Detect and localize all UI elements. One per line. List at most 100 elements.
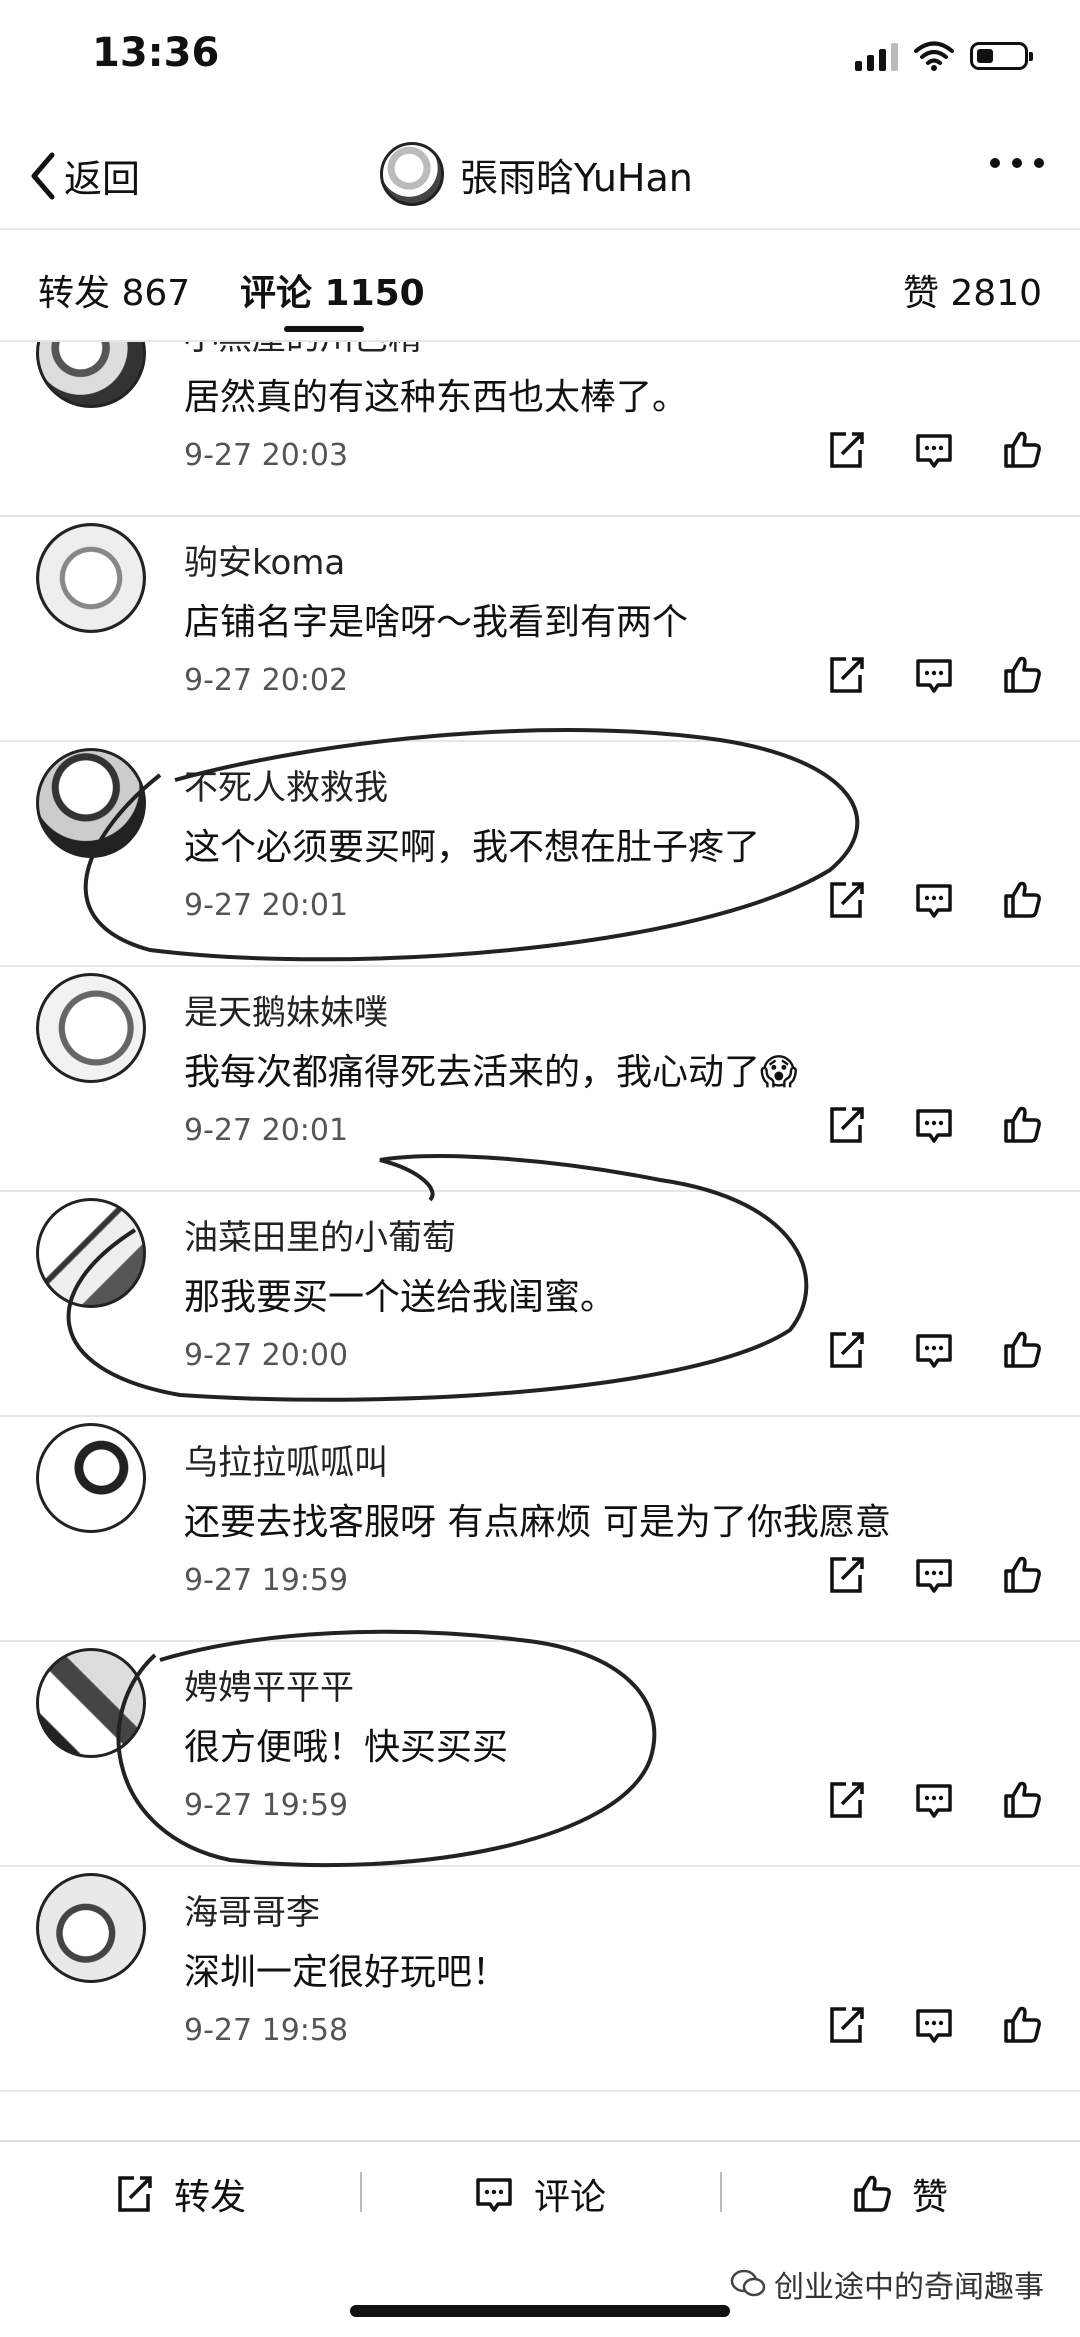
comment-actions [824,653,1044,697]
chevron-left-icon [31,152,55,199]
tab-active-indicator [284,326,364,332]
comment-username[interactable]: 海哥哥李 [184,1885,320,1934]
comment-text: 很方便哦！快买买买 [184,1727,509,1768]
post-author[interactable]: 張雨晗YuHan [380,142,693,206]
comment-username[interactable]: 是天鹅妹妹噗 [184,985,388,1034]
repost-icon[interactable] [824,878,868,922]
comment-text: 还要去找客服呀 有点麻烦 可是为了你我愿意 [184,1502,891,1543]
repost-icon[interactable] [824,653,868,697]
comment-username[interactable]: 小黑屋的川芭精 [184,342,422,359]
comment-actions [824,428,1044,472]
like-icon[interactable] [1000,2003,1044,2047]
comment-icon[interactable] [912,653,956,697]
cellular-signal-icon [855,41,898,71]
comment-username[interactable]: 不死人救救我 [184,760,388,809]
avatar[interactable] [36,1648,146,1758]
comment-text: 深圳一定很好玩吧！ [184,1952,509,1993]
nav-bar: 返回 張雨晗YuHan [0,130,1080,230]
comment-actions [824,878,1044,922]
more-options-icon[interactable] [990,158,1044,168]
comment-actions [824,2003,1044,2047]
battery-icon [970,42,1033,70]
tab-comments[interactable]: 评论 1150 [240,264,425,316]
repost-icon[interactable] [824,428,868,472]
comment-username[interactable]: 乌拉拉呱呱叫 [184,1435,388,1484]
like-button[interactable]: 赞 [850,2168,948,2220]
comment-item: 油菜田里的小葡萄 那我要买一个送给我闺蜜。 9-27 20:00 [0,1192,1080,1417]
wifi-icon [914,41,954,71]
comment-text: 居然真的有这种东西也太棒了。 [184,377,689,418]
like-icon[interactable] [1000,653,1044,697]
avatar[interactable] [36,748,146,858]
like-icon[interactable] [1000,428,1044,472]
comment-actions [824,1553,1044,1597]
avatar[interactable] [36,1873,146,1983]
watermark: 创业途中的奇闻趣事 [730,2262,1044,2306]
comment-icon[interactable] [912,878,956,922]
comment-username[interactable]: 驹安koma [184,535,345,584]
comment-label: 评论 [534,2177,607,2218]
repost-button[interactable]: 转发 [112,2168,246,2220]
comment-button[interactable]: 评论 [472,2168,606,2220]
avatar[interactable] [36,342,146,408]
comment-item: 不死人救救我 这个必须要买啊，我不想在肚子疼了 9-27 20:01 [0,742,1080,967]
comment-item: 海哥哥李 深圳一定很好玩吧！ 9-27 19:58 [0,1867,1080,2092]
tab-reposts[interactable]: 转发 867 [38,264,190,316]
status-bar: 13:36 [0,0,1080,120]
comment-icon[interactable] [912,1553,956,1597]
comment-icon[interactable] [912,1103,956,1147]
comment-text: 店铺名字是啥呀～我看到有两个 [184,602,689,643]
avatar[interactable] [36,1423,146,1533]
status-time: 13:36 [92,30,220,76]
avatar[interactable] [36,523,146,633]
comment-time: 9-27 19:58 [184,2013,349,2048]
like-icon[interactable] [1000,1328,1044,1372]
like-icon[interactable] [1000,1553,1044,1597]
comment-icon[interactable] [912,1778,956,1822]
comment-time: 9-27 19:59 [184,1788,349,1823]
comment-item: 娉娉平平平 很方便哦！快买买买 9-27 19:59 [0,1642,1080,1867]
comment-text: 我每次都痛得死去活来的，我心动了😱 [184,1052,798,1093]
comment-item: 小黑屋的川芭精 居然真的有这种东西也太棒了。 9-27 20:03 [0,342,1080,517]
comment-icon[interactable] [912,2003,956,2047]
comment-username[interactable]: 油菜田里的小葡萄 [184,1210,456,1259]
comment-text: 那我要买一个送给我闺蜜。 [184,1277,617,1318]
repost-label: 转发 [174,2177,247,2218]
comment-item: 乌拉拉呱呱叫 还要去找客服呀 有点麻烦 可是为了你我愿意 9-27 19:59 [0,1417,1080,1642]
repost-icon[interactable] [824,1778,868,1822]
comment-text: 这个必须要买啊，我不想在肚子疼了 [184,827,761,868]
home-indicator[interactable] [350,2305,730,2317]
divider [360,2172,362,2212]
author-avatar[interactable] [380,142,444,206]
comment-time: 9-27 20:02 [184,663,349,698]
comment-time: 9-27 20:03 [184,438,349,473]
back-button[interactable]: 返回 [28,148,140,203]
comment-username[interactable]: 娉娉平平平 [184,1660,354,1709]
repost-icon[interactable] [824,2003,868,2047]
like-icon[interactable] [1000,1103,1044,1147]
comment-time: 9-27 20:00 [184,1338,349,1373]
comment-icon [476,2178,512,2212]
wechat-icon [730,2269,766,2297]
comment-actions [824,1103,1044,1147]
comment-time: 9-27 20:01 [184,888,349,923]
avatar[interactable] [36,1198,146,1308]
comment-icon[interactable] [912,1328,956,1372]
like-icon[interactable] [1000,1778,1044,1822]
comment-item: 是天鹅妹妹噗 我每次都痛得死去活来的，我心动了😱 9-27 20:01 [0,967,1080,1192]
repost-icon[interactable] [824,1553,868,1597]
comment-icon[interactable] [912,428,956,472]
repost-icon[interactable] [824,1328,868,1372]
like-icon [854,2175,891,2212]
repost-icon[interactable] [824,1103,868,1147]
tab-likes[interactable]: 赞 2810 [903,264,1042,316]
bottom-action-bar: 转发 评论 赞 [0,2140,1080,2240]
like-icon[interactable] [1000,878,1044,922]
avatar[interactable] [36,973,146,1083]
comments-list[interactable]: 小黑屋的川芭精 居然真的有这种东西也太棒了。 9-27 20:03 驹安koma… [0,342,1080,2142]
status-icons [855,40,1033,72]
divider [720,2172,722,2212]
comment-time: 9-27 20:01 [184,1113,349,1148]
watermark-text: 创业途中的奇闻趣事 [774,2270,1044,2305]
comment-item: 驹安koma 店铺名字是啥呀～我看到有两个 9-27 20:02 [0,517,1080,742]
